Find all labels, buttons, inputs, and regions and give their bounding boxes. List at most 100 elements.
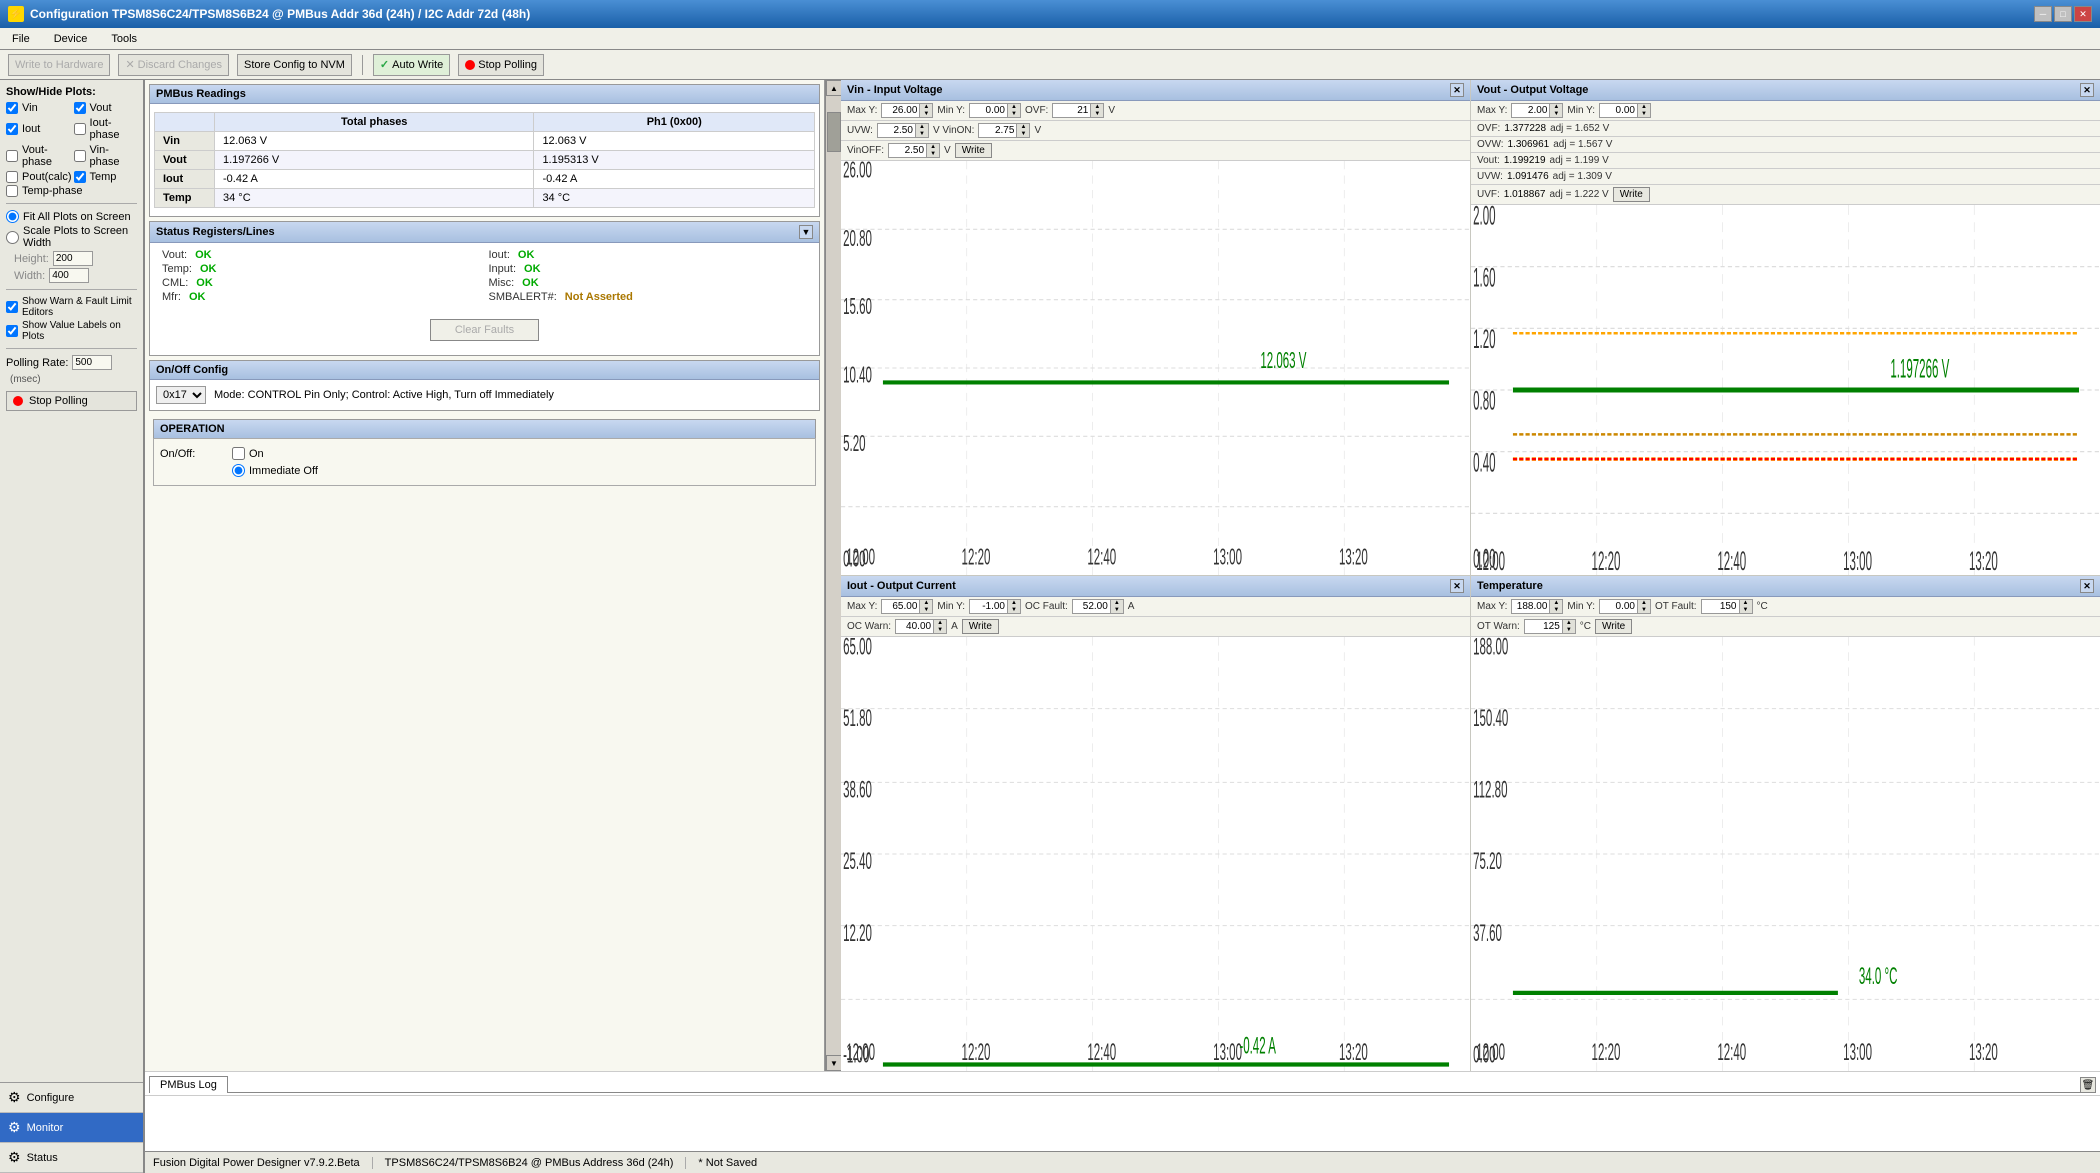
auto-write-button[interactable]: ✓ Auto Write	[373, 54, 450, 76]
iout-chart-close[interactable]: ✕	[1450, 579, 1464, 593]
iout-oc-warn-input[interactable]: ▲▼	[895, 619, 947, 634]
svg-text:0.80: 0.80	[1473, 386, 1495, 416]
svg-text:12:20: 12:20	[962, 544, 991, 569]
sidebar-item-monitor[interactable]: ⚙ Monitor	[0, 1113, 143, 1143]
fit-all-radio[interactable]	[6, 210, 19, 223]
vout-max-y-input[interactable]: ▲▼	[1511, 103, 1563, 118]
minimize-button[interactable]: ─	[2034, 6, 2052, 22]
pmbus-log-tab[interactable]: PMBus Log	[149, 1076, 228, 1093]
temp-row-label: Temp	[155, 189, 215, 208]
iout-chart-controls: Max Y: ▲▼ Min Y: ▲▼ OC Fault:	[841, 597, 1470, 617]
vin-chart-header: Vin - Input Voltage ✕	[841, 80, 1470, 101]
vin-checkbox[interactable]	[6, 102, 18, 114]
vin-min-y-input[interactable]: ▲▼	[969, 103, 1021, 118]
show-value-labels-checkbox[interactable]	[6, 325, 18, 337]
configure-label: Configure	[27, 1092, 75, 1104]
height-input[interactable]	[53, 251, 93, 266]
temp-max-y-input[interactable]: ▲▼	[1511, 599, 1563, 614]
scroll-up-arrow[interactable]: ▲	[826, 80, 842, 96]
vin-write-button[interactable]: Write	[955, 143, 992, 158]
sidebar-item-configure[interactable]: ⚙ Configure	[0, 1083, 143, 1113]
log-clear-button[interactable]: 🗑	[2080, 1077, 2096, 1093]
vin-vinoff-input[interactable]: ▲▼	[888, 143, 940, 158]
vout-chart-close[interactable]: ✕	[2080, 83, 2094, 97]
iout-min-y-input[interactable]: ▲▼	[969, 599, 1021, 614]
vout-chart-title: Vout - Output Voltage	[1477, 84, 1588, 96]
vout-phase-checkbox[interactable]	[6, 150, 18, 162]
vin-phase-checkbox[interactable]	[74, 150, 86, 162]
menu-device[interactable]: Device	[50, 32, 92, 46]
onoff-config-header: On/Off Config	[150, 361, 819, 380]
clear-faults-button[interactable]: Clear Faults	[430, 319, 539, 341]
temp-chart-controls: Max Y: ▲▼ Min Y: ▲▼ OT Fault:	[1471, 597, 2100, 617]
polling-rate-input[interactable]	[72, 355, 112, 370]
cml-status-value: OK	[196, 277, 213, 289]
svg-text:65.00: 65.00	[843, 637, 872, 659]
misc-status-label: Misc:	[489, 277, 515, 289]
svg-text:13:20: 13:20	[1969, 547, 1998, 575]
close-button[interactable]: ✕	[2074, 6, 2092, 22]
status-label: Status	[27, 1152, 58, 1164]
vout-checkbox[interactable]	[74, 102, 86, 114]
vin-ovf-input[interactable]: ▲▼	[1052, 103, 1104, 118]
svg-text:13:20: 13:20	[1339, 1039, 1368, 1066]
stop-polling-sidebar-button[interactable]: Stop Polling	[6, 391, 137, 411]
temp-ot-fault-input[interactable]: ▲▼	[1701, 599, 1753, 614]
menu-file[interactable]: File	[8, 32, 34, 46]
mfr-status-value: OK	[189, 291, 206, 303]
immediate-off-radio[interactable]	[232, 464, 245, 477]
vout-status-label: Vout:	[162, 249, 187, 261]
show-hide-plots-label: Show/Hide Plots:	[6, 86, 137, 98]
menu-tools[interactable]: Tools	[107, 32, 141, 46]
svg-text:12:20: 12:20	[1592, 1039, 1621, 1066]
vin-max-y-input[interactable]: ▲▼	[881, 103, 933, 118]
vin-uvw-input[interactable]: ▲▼	[877, 123, 929, 138]
vout-chart-controls: Max Y: ▲▼ Min Y: ▲▼	[1471, 101, 2100, 121]
sidebar-item-status[interactable]: ⚙ Status	[0, 1143, 143, 1173]
iout-phase-checkbox[interactable]	[74, 123, 86, 135]
iout-oc-fault-input[interactable]: ▲▼	[1072, 599, 1124, 614]
on-checkbox[interactable]	[232, 447, 245, 460]
vout-min-y-input[interactable]: ▲▼	[1599, 103, 1651, 118]
iout-checkbox[interactable]	[6, 123, 18, 135]
show-warn-fault-checkbox[interactable]	[6, 301, 18, 313]
temp-phase-checkbox[interactable]	[6, 185, 18, 197]
temp-chart-close[interactable]: ✕	[2080, 579, 2094, 593]
scroll-thumb[interactable]	[827, 112, 841, 152]
pout-calc-checkbox[interactable]	[6, 171, 18, 183]
vin-vinon-input[interactable]: ▲▼	[978, 123, 1030, 138]
temp-checkbox[interactable]	[74, 171, 86, 183]
svg-text:13:00: 13:00	[1843, 547, 1872, 575]
scale-width-radio[interactable]	[6, 231, 19, 244]
status-expand-icon[interactable]: ▼	[799, 225, 813, 239]
onoff-config-select[interactable]: 0x17	[156, 386, 206, 404]
iout-status-label: Iout:	[489, 249, 510, 261]
scroll-down-arrow[interactable]: ▼	[826, 1055, 842, 1071]
maximize-button[interactable]: □	[2054, 6, 2072, 22]
svg-text:12:00: 12:00	[846, 1039, 875, 1066]
vin-chart-close[interactable]: ✕	[1450, 83, 1464, 97]
store-config-to-nvm-button[interactable]: Store Config to NVM	[237, 54, 352, 76]
vin-chart-controls3: VinOFF: ▲▼ V Write	[841, 141, 1470, 161]
iout-max-y-input[interactable]: ▲▼	[881, 599, 933, 614]
temp-min-y-input[interactable]: ▲▼	[1599, 599, 1651, 614]
charts-grid: Vin - Input Voltage ✕ Max Y: ▲▼ Min Y:	[841, 80, 2100, 1071]
iout-write-button[interactable]: Write	[962, 619, 999, 634]
center-scrollbar[interactable]: ▲ ▼	[825, 80, 841, 1071]
svg-text:1.20: 1.20	[1473, 325, 1495, 355]
pmbus-readings-header: PMBus Readings	[150, 85, 819, 104]
svg-text:12:00: 12:00	[1476, 547, 1505, 575]
iout-total: -0.42 A	[215, 170, 534, 189]
svg-text:25.40: 25.40	[843, 848, 872, 875]
discard-changes-button[interactable]: ✕ Discard Changes	[118, 54, 229, 76]
stop-polling-toolbar-button[interactable]: Stop Polling	[458, 54, 544, 76]
temp-phase-label2: Temp-phase	[22, 185, 83, 197]
vout-write-button[interactable]: Write	[1613, 187, 1650, 202]
iout-chart-header: Iout - Output Current ✕	[841, 576, 1470, 597]
temp-ot-warn-input[interactable]: ▲▼	[1524, 619, 1576, 634]
width-input[interactable]	[49, 268, 89, 283]
temp-write-button[interactable]: Write	[1595, 619, 1632, 634]
vin-phase-checkbox-row: Vin-phase	[74, 144, 137, 168]
write-to-hardware-button[interactable]: Write to Hardware	[8, 54, 110, 76]
iout-graph: 65.00 51.80 38.60 25.40 12.20 -1.00 12:0…	[841, 637, 1470, 1071]
